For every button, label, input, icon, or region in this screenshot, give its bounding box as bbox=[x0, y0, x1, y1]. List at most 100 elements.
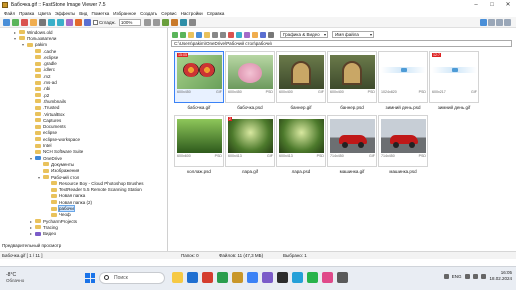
settings-icon[interactable] bbox=[188, 18, 196, 26]
menu-create[interactable]: Создать bbox=[140, 11, 157, 16]
sort-select[interactable]: Имя файла ▾ bbox=[332, 31, 374, 38]
folder-icon bbox=[43, 175, 49, 180]
thumbnail[interactable]: 600x400 PSD bbox=[327, 51, 377, 103]
taskbar-search[interactable]: Поиск bbox=[99, 272, 165, 284]
move-icon[interactable] bbox=[220, 31, 226, 38]
forward-icon[interactable] bbox=[21, 18, 28, 26]
folder-up-icon[interactable] bbox=[188, 31, 194, 38]
open-folder-icon[interactable] bbox=[3, 18, 10, 26]
zoom-select[interactable]: 100% bbox=[118, 18, 141, 26]
battery-icon[interactable] bbox=[481, 273, 487, 279]
back-icon[interactable] bbox=[12, 18, 19, 26]
thumbnail[interactable]: 15:05 600x450 GIF bbox=[174, 51, 224, 103]
email-icon[interactable] bbox=[66, 18, 73, 26]
store-icon[interactable] bbox=[217, 272, 228, 283]
thumb-size-icon[interactable] bbox=[268, 31, 274, 38]
windows-start-icon[interactable] bbox=[85, 273, 95, 283]
layout-details-icon[interactable] bbox=[488, 19, 495, 26]
whatsapp-icon[interactable] bbox=[307, 272, 318, 283]
app-icon[interactable] bbox=[322, 272, 333, 283]
thumbnail[interactable]: 2 600x413 GIF bbox=[225, 115, 275, 167]
folder-icon bbox=[35, 55, 41, 60]
select-all-icon[interactable] bbox=[236, 31, 242, 38]
wifi-icon[interactable] bbox=[465, 273, 471, 279]
menu-view[interactable]: Вид bbox=[79, 11, 87, 16]
edge-icon[interactable] bbox=[187, 272, 198, 283]
thumbnail[interactable]: 600x450 PSD bbox=[225, 51, 275, 103]
thumbnail[interactable]: 714x450 GIF bbox=[327, 115, 377, 167]
faststone-icon[interactable] bbox=[232, 272, 243, 283]
butterfly-image bbox=[177, 55, 222, 89]
thumbnail[interactable]: 600x600 PSD bbox=[174, 115, 224, 167]
crop-icon[interactable] bbox=[161, 18, 169, 26]
new-folder-icon[interactable] bbox=[204, 31, 210, 38]
thumbnail-label: бабочка.psd bbox=[237, 105, 263, 110]
banner-image bbox=[330, 55, 375, 89]
folder-icon bbox=[35, 105, 41, 110]
chrome-icon[interactable] bbox=[202, 272, 213, 283]
thumbnail[interactable]: 600x400 GIF bbox=[276, 51, 326, 103]
nav-forward-icon[interactable] bbox=[180, 31, 186, 38]
zoom-out-icon[interactable] bbox=[152, 18, 160, 26]
print-icon[interactable] bbox=[75, 18, 82, 26]
folder-icon bbox=[35, 118, 41, 123]
search-icon bbox=[104, 275, 109, 280]
telegram-icon[interactable] bbox=[292, 272, 303, 283]
color-icon[interactable] bbox=[179, 18, 187, 26]
language-indicator[interactable]: ENG bbox=[452, 274, 462, 279]
close-button[interactable]: ✕ bbox=[500, 0, 516, 9]
folder-icon bbox=[35, 143, 41, 148]
tree-item[interactable]: ▸ Видео bbox=[30, 231, 56, 237]
view-mode-icon[interactable] bbox=[260, 31, 266, 38]
layout-full-icon[interactable] bbox=[504, 19, 511, 26]
slideshow-icon[interactable] bbox=[84, 18, 91, 26]
resize-icon[interactable] bbox=[170, 18, 178, 26]
star-icon[interactable] bbox=[252, 31, 258, 38]
rotate-right-icon[interactable] bbox=[57, 18, 64, 26]
delete-icon[interactable] bbox=[228, 31, 234, 38]
menu-favorites[interactable]: Избранное bbox=[113, 11, 136, 16]
refresh-icon[interactable] bbox=[39, 18, 46, 26]
chevron-up-icon[interactable] bbox=[443, 273, 449, 279]
smoothing-checkbox[interactable] bbox=[93, 19, 98, 25]
clock-date: 18.02.2024 bbox=[489, 276, 512, 281]
desktop-icon[interactable] bbox=[196, 31, 202, 38]
thumbnail[interactable]: 1024x820 PSD bbox=[378, 51, 428, 103]
thumbnail[interactable]: 600x413 PSD bbox=[276, 115, 326, 167]
menu-help[interactable]: Справка bbox=[207, 11, 225, 16]
maximize-button[interactable]: □ bbox=[484, 0, 500, 9]
menu-edit[interactable]: Правка bbox=[19, 11, 34, 16]
folder-icon bbox=[51, 206, 57, 211]
filter-select[interactable]: Графика & Видео ▾ bbox=[280, 31, 328, 38]
terminal-icon[interactable] bbox=[277, 272, 288, 283]
app-icon[interactable] bbox=[262, 272, 273, 283]
menu-tag[interactable]: Пометка bbox=[91, 11, 109, 16]
layout-thumbs-icon[interactable] bbox=[480, 19, 487, 26]
mail-icon[interactable] bbox=[247, 272, 258, 283]
menu-colors[interactable]: Цвета bbox=[38, 11, 51, 16]
thumbnail-label: зимний день.gif bbox=[437, 105, 471, 110]
file-explorer-icon[interactable] bbox=[172, 272, 183, 283]
menu-tools[interactable]: Сервис bbox=[161, 11, 176, 16]
window-title: Бабочка.gif :: FastStone Image Viewer 7.… bbox=[11, 1, 106, 8]
app-icon[interactable] bbox=[337, 272, 348, 283]
clock[interactable]: 16:05 18.02.2024 bbox=[489, 270, 512, 282]
layout-list-icon[interactable] bbox=[496, 19, 503, 26]
copy-icon[interactable] bbox=[212, 31, 218, 38]
thumbnail[interactable]: 12:7 600x217 GIF bbox=[429, 51, 479, 103]
menu-file[interactable]: Файл bbox=[4, 11, 15, 16]
menu-settings[interactable]: Настройки bbox=[181, 11, 203, 16]
path-field[interactable]: C:\Users\pakim\OneDrive\Рабочий стол\раб… bbox=[171, 40, 512, 47]
weather-widget[interactable]: -8°C Облачно bbox=[6, 272, 24, 283]
menu-effects[interactable]: Эффекты bbox=[55, 11, 75, 16]
nav-back-icon[interactable] bbox=[172, 31, 178, 38]
weather-description: Облачно bbox=[6, 278, 25, 283]
thumbnail[interactable]: 714x450 PSD bbox=[378, 115, 428, 167]
volume-icon[interactable] bbox=[473, 273, 479, 279]
tag-icon[interactable] bbox=[244, 31, 250, 38]
favorites-icon[interactable] bbox=[30, 18, 37, 26]
car-image bbox=[330, 119, 375, 153]
minimize-button[interactable]: – bbox=[468, 0, 484, 9]
zoom-in-icon[interactable] bbox=[143, 18, 151, 26]
rotate-left-icon[interactable] bbox=[48, 18, 55, 26]
